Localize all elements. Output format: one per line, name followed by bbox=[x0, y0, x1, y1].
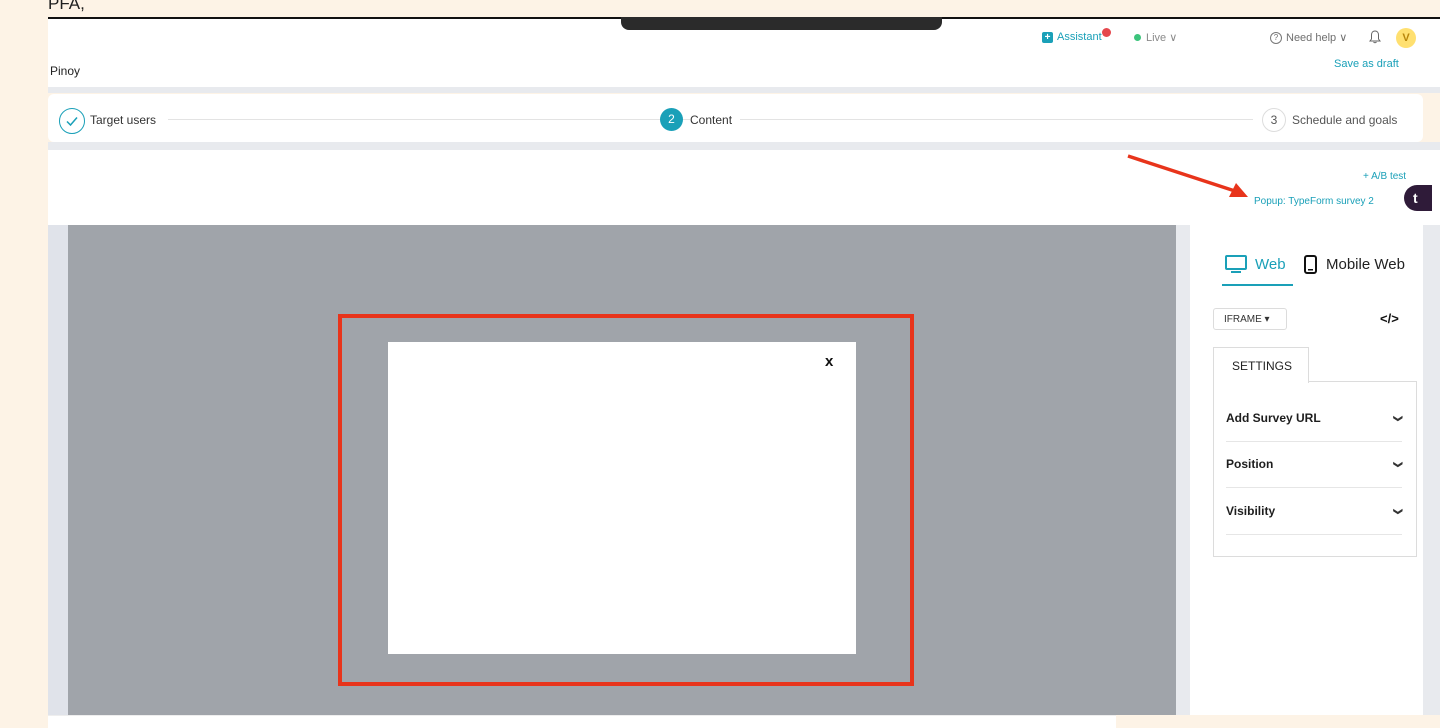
accordion-position[interactable]: Position ❯ bbox=[1226, 441, 1404, 488]
screenshot-caption: PFA, bbox=[48, 0, 85, 13]
tab-mobile-web[interactable]: Mobile Web bbox=[1304, 255, 1405, 274]
user-avatar[interactable]: V bbox=[1396, 28, 1416, 48]
phone-icon bbox=[1304, 255, 1317, 274]
chevron-down-icon: ❯ bbox=[1393, 507, 1404, 515]
live-label: Live ∨ bbox=[1146, 32, 1178, 44]
sidebar-edge bbox=[1423, 225, 1440, 715]
accordion-add-survey-url[interactable]: Add Survey URL ❯ bbox=[1226, 395, 1404, 442]
accordion-label: Position bbox=[1226, 457, 1274, 471]
chevron-down-icon: ❯ bbox=[1393, 460, 1404, 468]
assistant-icon: + bbox=[1042, 31, 1053, 43]
annotation-highlight-box bbox=[338, 314, 914, 686]
bottom-panel bbox=[48, 715, 1116, 728]
tab-mobile-web-label: Mobile Web bbox=[1326, 256, 1405, 273]
assistant-button[interactable]: + Assistant bbox=[1042, 31, 1102, 43]
notification-badge bbox=[1102, 28, 1111, 37]
section-divider bbox=[48, 142, 1440, 150]
need-help-dropdown[interactable]: ? Need help ∨ bbox=[1270, 31, 1347, 44]
preview-gutter bbox=[48, 225, 68, 715]
ab-test-link[interactable]: + A/B test bbox=[1363, 171, 1406, 182]
accordion-visibility[interactable]: Visibility ❯ bbox=[1226, 488, 1404, 535]
code-icon[interactable]: </> bbox=[1380, 311, 1399, 326]
save-as-draft-link[interactable]: Save as draft bbox=[1334, 58, 1399, 70]
check-icon bbox=[66, 117, 78, 127]
section-divider bbox=[48, 87, 1440, 93]
panel-divider bbox=[1176, 225, 1190, 715]
accordion-label: Add Survey URL bbox=[1226, 411, 1321, 425]
tab-web[interactable]: Web bbox=[1225, 255, 1286, 274]
step-schedule-label[interactable]: Schedule and goals bbox=[1292, 113, 1397, 127]
bell-icon[interactable] bbox=[1369, 30, 1381, 44]
live-status-dot-icon bbox=[1134, 34, 1141, 41]
step-target-users[interactable] bbox=[59, 108, 85, 134]
need-help-label: Need help ∨ bbox=[1286, 32, 1348, 44]
step-target-users-label[interactable]: Target users bbox=[90, 113, 165, 127]
brand-badge[interactable]: t bbox=[1404, 185, 1432, 211]
live-dropdown[interactable]: Live ∨ bbox=[1134, 31, 1177, 44]
content-type-select[interactable]: IFRAME ▾ bbox=[1213, 308, 1287, 330]
name-row bbox=[48, 59, 1440, 87]
annotation-arrow bbox=[1127, 154, 1248, 197]
active-tab-indicator bbox=[1222, 284, 1293, 286]
step-content-number[interactable]: 2 bbox=[660, 108, 683, 131]
tab-settings[interactable]: SETTINGS bbox=[1213, 347, 1309, 383]
monitor-icon bbox=[1225, 255, 1247, 273]
assistant-label: Assistant bbox=[1057, 31, 1102, 43]
chevron-down-icon: ❯ bbox=[1393, 414, 1404, 422]
tab-web-label: Web bbox=[1255, 256, 1286, 273]
step-schedule-number[interactable]: 3 bbox=[1262, 108, 1286, 132]
step-content-label[interactable]: Content bbox=[690, 113, 741, 127]
floating-toolbar bbox=[621, 17, 942, 30]
question-icon: ? bbox=[1270, 31, 1282, 44]
accordion-label: Visibility bbox=[1226, 504, 1276, 518]
campaign-name: Pinoy bbox=[50, 64, 81, 78]
variant-tab[interactable]: Popup: TypeForm survey 2 bbox=[1254, 196, 1374, 207]
